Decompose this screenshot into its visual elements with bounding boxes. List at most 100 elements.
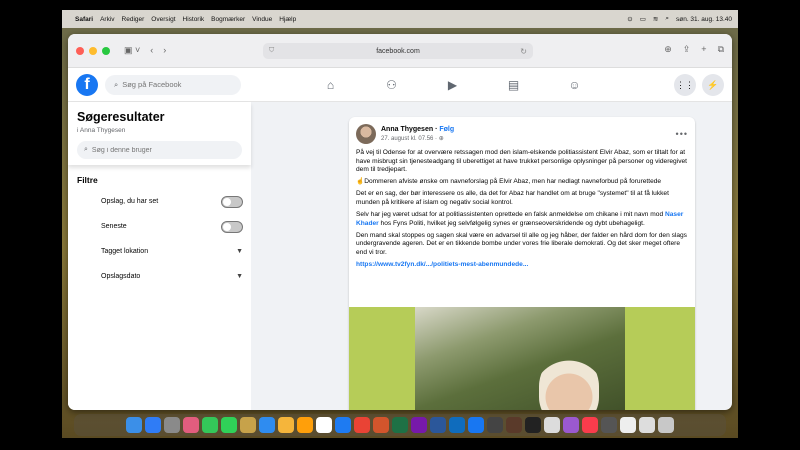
downloads-icon[interactable]: ⊕	[664, 44, 672, 55]
iphone-mirroring-icon[interactable]	[487, 417, 503, 433]
filters-heading: Filtre	[77, 175, 98, 185]
marketplace-icon[interactable]: ▤	[483, 68, 544, 102]
groups-icon[interactable]: ☺	[544, 68, 605, 102]
follow-button[interactable]: Følg	[439, 126, 454, 133]
screenshot-icon[interactable]	[601, 417, 617, 433]
post-author[interactable]: Anna Thygesen	[381, 126, 433, 133]
user-search-input[interactable]	[91, 146, 222, 154]
powerpoint-icon[interactable]	[373, 417, 389, 433]
user-search[interactable]: ⌕	[77, 141, 242, 159]
safari-icon[interactable]	[335, 417, 351, 433]
zoom-window-button[interactable]	[102, 46, 110, 55]
terminal-icon[interactable]	[525, 417, 541, 433]
spotlight-icon[interactable]: ⌕	[665, 15, 669, 23]
messages-icon[interactable]	[221, 417, 237, 433]
search-icon: ⌕	[84, 146, 88, 153]
new-tab-icon[interactable]: +	[701, 44, 706, 55]
post-paragraph: Den mand skal stoppes og sagen skal være…	[356, 231, 687, 256]
menu-rediger[interactable]: Rediger	[122, 16, 145, 23]
post-date[interactable]: 27. august kl. 07.56	[381, 136, 433, 142]
menu-oversigt[interactable]: Oversigt	[151, 16, 175, 23]
seen-posts-toggle[interactable]	[221, 195, 243, 208]
avatar[interactable]	[356, 124, 376, 144]
post-paragraph: På vej til Odense for at overvære retssa…	[356, 149, 687, 174]
post-body: På vej til Odense for at overvære retssa…	[349, 144, 695, 270]
window-controls	[76, 46, 110, 55]
facebook-nav: ⌂ ⚇ ▶ ▤ ☺	[300, 68, 605, 102]
menubar-clock[interactable]: søn. 31. aug. 13.40	[676, 16, 732, 23]
trash-icon[interactable]	[658, 417, 674, 433]
menu-hjaelp[interactable]: Hjælp	[279, 16, 296, 23]
control-center-icon[interactable]: ⊙	[627, 15, 632, 23]
chrome-icon[interactable]	[354, 417, 370, 433]
word-icon[interactable]	[430, 417, 446, 433]
wifi-icon[interactable]: ≋	[653, 15, 658, 23]
menu-vindue[interactable]: Vindue	[252, 16, 272, 23]
preview-icon[interactable]	[544, 417, 560, 433]
notes-icon[interactable]	[240, 417, 256, 433]
battery-icon[interactable]: ▭	[640, 15, 646, 23]
filter-seen-posts[interactable]: Opslag, du har set	[68, 189, 251, 214]
post-image[interactable]	[349, 307, 695, 410]
launchpad-icon[interactable]	[183, 417, 199, 433]
document-icon[interactable]	[620, 417, 636, 433]
mail-icon[interactable]	[259, 417, 275, 433]
minimize-window-button[interactable]	[89, 46, 97, 55]
post-paragraph: Det er en sag, der bør interessere os al…	[356, 190, 669, 206]
recent-toggle[interactable]	[221, 220, 243, 233]
app-store-icon[interactable]	[145, 417, 161, 433]
finder-icon[interactable]	[126, 417, 142, 433]
onenote-icon[interactable]	[411, 417, 427, 433]
chevron-down-icon[interactable]: ▼	[236, 248, 243, 255]
share-icon[interactable]: ⇪	[683, 44, 691, 55]
menu-bogmaerker[interactable]: Bogmærker	[211, 16, 245, 23]
close-window-button[interactable]	[76, 46, 84, 55]
maps-icon[interactable]	[297, 417, 313, 433]
messenger-icon[interactable]: ⚡	[702, 74, 724, 96]
more-options-icon[interactable]: •••	[676, 129, 688, 139]
filter-post-date[interactable]: Opslagsdato ▼	[68, 264, 251, 289]
post-text: hos Fyns Politi, hvilket jeg selvfølgeli…	[378, 219, 645, 227]
post-card: Anna Thygesen · Følg 27. august kl. 07.5…	[349, 117, 695, 410]
macos-menubar: Safari Arkiv Rediger Oversigt Historik B…	[62, 10, 738, 28]
menu-arkiv[interactable]: Arkiv	[100, 16, 114, 23]
sidebar-header: Søgeresultater i Anna Thygesen ⌕	[68, 102, 251, 165]
menu-historik[interactable]: Historik	[183, 16, 205, 23]
app-icon[interactable]	[506, 417, 522, 433]
document-icon[interactable]	[639, 417, 655, 433]
privacy-report-icon[interactable]: ⛉	[269, 47, 274, 55]
calendar-icon[interactable]	[316, 417, 332, 433]
music-icon[interactable]	[582, 417, 598, 433]
reload-icon[interactable]: ↻	[520, 47, 527, 56]
filter-label: Opslagsdato	[101, 273, 141, 280]
tab-overview-icon[interactable]: ⧉	[718, 44, 724, 55]
back-icon[interactable]: ‹	[150, 45, 153, 56]
outlook-icon[interactable]	[449, 417, 465, 433]
sidebar-toggle-icon[interactable]: ▣ ˅	[124, 45, 140, 56]
home-icon[interactable]: ⌂	[300, 68, 361, 102]
sidebar-title: Søgeresultater	[77, 110, 165, 124]
article-link[interactable]: https://www.tv2fyn.dk/.../politiets-mest…	[356, 261, 688, 270]
menu-grid-icon[interactable]: ⋮⋮	[674, 74, 696, 96]
filter-tagged-location[interactable]: Tagget lokation ▼	[68, 239, 251, 264]
system-settings-icon[interactable]	[164, 417, 180, 433]
search-icon: ⌕	[114, 79, 119, 89]
globe-icon: · ⊕	[435, 136, 444, 142]
excel-icon[interactable]	[392, 417, 408, 433]
facebook-search-input[interactable]	[122, 80, 223, 89]
friends-icon[interactable]: ⚇	[361, 68, 422, 102]
facebook-app-icon[interactable]	[468, 417, 484, 433]
address-bar[interactable]: ⛉ facebook.com ↻	[263, 43, 533, 59]
post-header: Anna Thygesen · Følg 27. august kl. 07.5…	[349, 117, 695, 144]
watch-icon[interactable]: ▶	[422, 68, 483, 102]
filter-recent[interactable]: Seneste	[68, 214, 251, 239]
forward-icon[interactable]: ›	[163, 45, 166, 56]
menu-app-name[interactable]: Safari	[75, 16, 93, 23]
facebook-logo[interactable]: f	[76, 73, 98, 96]
photos-icon[interactable]	[278, 417, 294, 433]
chevron-down-icon[interactable]: ▼	[236, 273, 243, 280]
facetime-icon[interactable]	[202, 417, 218, 433]
facebook-search[interactable]: ⌕	[105, 74, 241, 95]
podcasts-icon[interactable]	[563, 417, 579, 433]
filter-label: Opslag, du har set	[101, 198, 159, 205]
